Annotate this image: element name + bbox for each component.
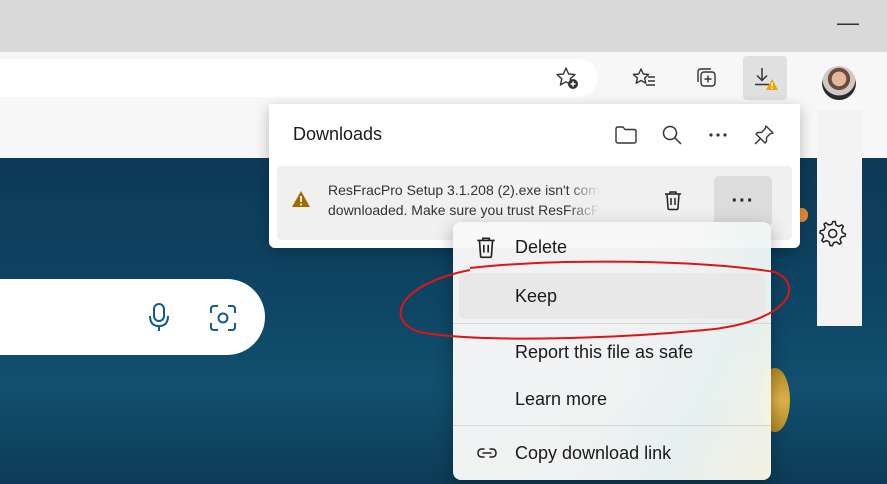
menu-item-label: Keep (515, 285, 558, 306)
trash-icon (477, 237, 495, 259)
menu-item-label: Report this file as safe (515, 341, 694, 362)
search-icon (662, 125, 682, 145)
menu-item-report-safe[interactable]: Report this file as safe (459, 329, 765, 375)
menu-item-delete[interactable]: Delete (459, 224, 765, 270)
settings-button[interactable] (808, 208, 858, 258)
search-downloads-button[interactable] (656, 119, 688, 151)
menu-separator (453, 425, 771, 426)
download-warning-line-1: ResFracPro Setup 3.1.208 (2).exe isn't c… (328, 182, 600, 198)
more-options-button[interactable] (702, 119, 734, 151)
address-bar[interactable] (0, 59, 598, 97)
visual-search-icon[interactable] (208, 303, 238, 333)
menu-item-label: Copy download link (515, 442, 672, 463)
favorites-list-icon (632, 68, 655, 86)
trash-icon (665, 191, 681, 211)
menu-separator (453, 323, 771, 324)
downloads-button[interactable] (743, 56, 787, 100)
download-warning-icon (755, 68, 778, 90)
downloads-actions (610, 119, 780, 151)
ellipsis-icon (709, 133, 727, 137)
downloads-title: Downloads (293, 124, 383, 144)
folder-icon (615, 126, 637, 144)
search-box[interactable] (0, 279, 265, 355)
favorites-button[interactable] (628, 62, 660, 94)
add-favorite-button[interactable] (551, 62, 583, 94)
pin-icon (754, 125, 774, 145)
menu-item-label: Learn more (515, 388, 608, 409)
download-warning-text: ResFracPro Setup 3.1.208 (2).exe isn't c… (328, 180, 600, 220)
microphone-icon[interactable] (146, 301, 172, 333)
delete-download-button[interactable] (657, 184, 689, 216)
pin-button[interactable] (748, 119, 780, 151)
menu-item-label: Delete (515, 236, 568, 257)
menu-item-keep[interactable]: Keep (459, 273, 765, 319)
download-warning-line-2: downloaded. Make sure you trust ResFracP… (328, 202, 600, 218)
menu-item-learn-more[interactable]: Learn more (459, 376, 765, 422)
warning-icon (292, 191, 310, 207)
gear-icon (819, 220, 847, 247)
browser-toolbar (0, 52, 887, 104)
profile-avatar[interactable] (822, 66, 856, 100)
link-icon (477, 448, 497, 458)
download-more-actions-button[interactable]: ··· (714, 176, 772, 226)
open-folder-button[interactable] (610, 119, 642, 151)
title-bar: — (0, 0, 887, 52)
collections-icon (697, 68, 716, 87)
star-add-icon (556, 67, 578, 89)
minimize-button[interactable]: — (837, 10, 859, 36)
collections-button[interactable] (691, 62, 723, 94)
download-context-menu: Delete Keep Report this file as safe Lea… (453, 222, 771, 480)
menu-item-copy-link[interactable]: Copy download link (459, 430, 765, 476)
